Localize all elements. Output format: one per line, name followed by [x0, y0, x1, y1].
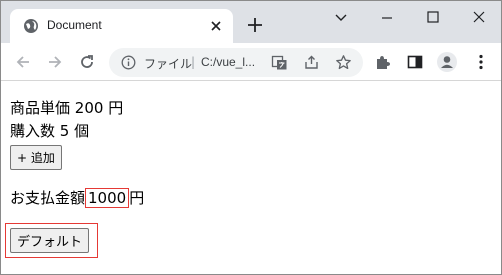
minimize-icon[interactable] [373, 7, 401, 29]
total-unit: 円 [129, 189, 145, 207]
translate-icon[interactable] [271, 54, 288, 71]
default-button-highlight: デフォルト [5, 223, 98, 258]
person-icon [441, 56, 453, 68]
maximize-icon[interactable] [419, 7, 447, 29]
add-button[interactable]: + 追加 [10, 145, 62, 170]
scheme-label: ファイル [144, 57, 193, 71]
address-separator: | [191, 55, 196, 69]
address-url: C:/vue_l... [201, 55, 256, 69]
globe-icon [24, 19, 38, 33]
tab-strip: Document [1, 1, 501, 43]
side-panel-icon[interactable] [406, 53, 424, 71]
kebab-menu-icon[interactable] [472, 53, 490, 71]
browser-toolbar: ファイル | C:/vue_l... [1, 43, 501, 81]
reload-icon[interactable] [78, 53, 96, 71]
total-value: 1000 [85, 188, 130, 208]
extensions-puzzle-icon[interactable] [374, 53, 392, 71]
quantity-label: 購入数 [10, 122, 56, 140]
tab-document[interactable]: Document [10, 9, 233, 43]
profile-avatar[interactable] [437, 52, 457, 72]
unit-price-unit: 円 [108, 99, 124, 117]
tab-title: Document [47, 18, 102, 32]
page-content: 商品単価 200 円 購入数 5 個 + 追加 お支払金額 1000 円 デフォルト [1, 82, 501, 274]
default-button[interactable]: デフォルト [10, 228, 90, 253]
address-bar[interactable]: ファイル | C:/vue_l... [109, 48, 363, 77]
forward-arrow-icon[interactable] [46, 53, 64, 71]
unit-price-label: 商品単価 [10, 99, 71, 117]
new-tab-plus-icon[interactable] [245, 15, 265, 35]
total-row: お支払金額 1000 円 [10, 188, 144, 208]
window-close-icon[interactable] [465, 7, 493, 29]
quantity-value: 5 [59, 122, 70, 140]
quantity-unit: 個 [74, 122, 90, 140]
share-icon[interactable] [303, 54, 320, 71]
unit-price-value: 200 [74, 99, 104, 117]
close-icon[interactable] [207, 17, 225, 35]
unit-price-row: 商品単価 200 円 [10, 98, 123, 118]
browser-window: Document ファイル | C:/vue_l... 商品単価 200 円 購… [0, 0, 502, 275]
back-arrow-icon[interactable] [14, 53, 32, 71]
chevron-down-icon[interactable] [327, 7, 355, 29]
quantity-row: 購入数 5 個 [10, 121, 89, 141]
bookmark-star-icon[interactable] [335, 54, 352, 71]
total-label: お支払金額 [10, 189, 86, 207]
info-icon[interactable] [121, 55, 136, 70]
